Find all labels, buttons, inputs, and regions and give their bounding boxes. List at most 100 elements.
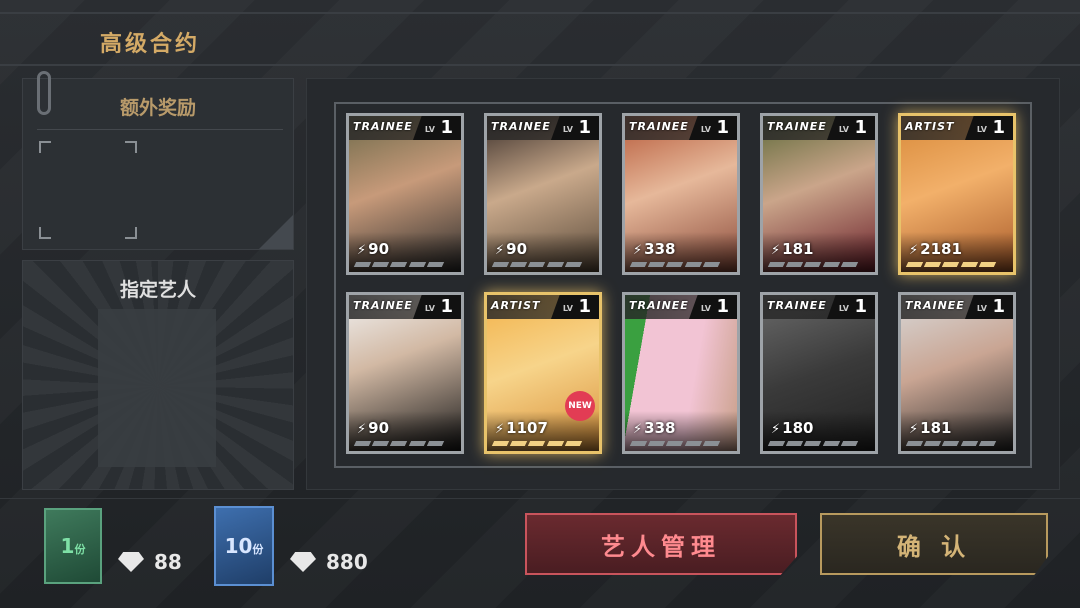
artist-card[interactable]: TRAINEE LV 1 ⚡ 181	[760, 113, 878, 275]
card-power: ⚡ 1107	[495, 419, 548, 437]
star-bar	[426, 262, 445, 267]
card-level: 1	[854, 117, 867, 138]
card-star-bars	[629, 262, 721, 267]
level-tag: LV	[838, 304, 849, 313]
pack-10-option[interactable]: 10份	[214, 506, 274, 586]
star-bar	[804, 441, 822, 446]
level-tag: LV	[976, 304, 987, 313]
lightning-icon: ⚡	[357, 243, 367, 258]
star-bar	[372, 441, 390, 446]
star-bar	[408, 262, 426, 267]
star-bar	[684, 262, 702, 267]
star-bar	[666, 441, 684, 446]
star-bar	[408, 441, 426, 446]
artist-card[interactable]: ARTIST LV 1 ⚡ 2181	[898, 113, 1016, 275]
artist-card[interactable]: TRAINEE LV 1 ⚡ 338	[622, 292, 740, 454]
star-bar	[390, 441, 408, 446]
lightning-icon: ⚡	[909, 243, 919, 258]
artist-card[interactable]: TRAINEE LV 1 ⚡ 90	[484, 113, 602, 275]
card-power: ⚡ 90	[357, 240, 389, 258]
star-bar	[629, 441, 648, 446]
lightning-icon: ⚡	[495, 243, 505, 258]
pack-count-label: 1份	[60, 534, 86, 558]
card-level: 1	[716, 296, 729, 317]
star-bar	[978, 441, 997, 446]
star-bar	[978, 262, 997, 267]
card-rank-label: TRAINEE	[629, 120, 689, 133]
power-value: 181	[920, 419, 952, 437]
power-value: 181	[782, 240, 814, 258]
page-fold-decoration	[259, 215, 293, 249]
power-value: 90	[368, 240, 390, 258]
star-bar	[629, 262, 648, 267]
card-level: 1	[440, 296, 453, 317]
card-level: 1	[578, 296, 591, 317]
bonus-reward-slot[interactable]	[39, 141, 137, 239]
card-rank-label: TRAINEE	[767, 120, 827, 133]
card-rank-label: TRAINEE	[905, 299, 965, 312]
designate-panel: 指定艺人	[22, 260, 294, 490]
card-level: 1	[440, 117, 453, 138]
level-tag: LV	[700, 304, 711, 313]
card-power: ⚡ 180	[771, 419, 813, 437]
card-star-bars	[629, 441, 721, 446]
corner-bracket	[39, 227, 51, 239]
star-bar	[702, 441, 721, 446]
bonus-divider	[37, 129, 283, 130]
bottom-divider	[0, 498, 1080, 499]
artist-manage-button[interactable]: 艺人管理	[525, 513, 797, 575]
power-value: 180	[782, 419, 814, 437]
star-bar	[353, 441, 372, 446]
designate-artist-slot[interactable]	[98, 309, 216, 467]
level-tag: LV	[424, 304, 435, 313]
lightning-icon: ⚡	[909, 422, 919, 437]
star-bar	[960, 441, 978, 446]
card-star-bars	[767, 262, 859, 267]
star-bar	[372, 262, 390, 267]
card-level: 1	[578, 117, 591, 138]
card-power: ⚡ 338	[633, 240, 675, 258]
power-value: 338	[644, 240, 676, 258]
star-bar	[822, 262, 840, 267]
pack-1-price: 88	[118, 550, 182, 574]
level-tag: LV	[976, 125, 987, 134]
power-value: 90	[506, 240, 528, 258]
card-power: ⚡ 181	[771, 240, 813, 258]
star-bar	[840, 441, 859, 446]
artist-card[interactable]: TRAINEE LV 1 ⚡ 180	[760, 292, 878, 454]
card-level: 1	[992, 296, 1005, 317]
artist-card[interactable]: TRAINEE LV 1 ⚡ 181	[898, 292, 1016, 454]
star-bar	[528, 262, 546, 267]
corner-bracket	[125, 141, 137, 153]
star-bar	[528, 441, 546, 446]
price-value: 88	[154, 550, 182, 574]
confirm-button[interactable]: 确 认	[820, 513, 1048, 575]
star-bar	[804, 262, 822, 267]
star-bar	[942, 262, 960, 267]
star-bar	[942, 441, 960, 446]
artist-card[interactable]: TRAINEE LV 1 ⚡ 90	[346, 113, 464, 275]
card-rank-label: TRAINEE	[353, 120, 413, 133]
artist-card[interactable]: TRAINEE LV 1 ⚡ 338	[622, 113, 740, 275]
star-bar	[546, 441, 564, 446]
corner-bracket	[125, 227, 137, 239]
level-tag: LV	[424, 125, 435, 134]
power-value: 90	[368, 419, 390, 437]
artist-card[interactable]: ARTIST LV 1 ⚡ 1107 NEW	[484, 292, 602, 454]
artist-card[interactable]: TRAINEE LV 1 ⚡ 90	[346, 292, 464, 454]
card-rank-label: ARTIST	[905, 120, 955, 133]
bonus-title: 额外奖励	[119, 97, 196, 119]
card-star-bars	[767, 441, 859, 446]
lightning-icon: ⚡	[771, 243, 781, 258]
designate-title: 指定艺人	[119, 279, 196, 301]
diamond-icon	[290, 552, 316, 572]
pack-1-option[interactable]: 1份	[44, 508, 102, 584]
header-divider	[0, 64, 1080, 66]
diamond-icon	[118, 552, 144, 572]
star-bar	[822, 441, 840, 446]
level-tag: LV	[838, 125, 849, 134]
star-bar	[648, 441, 666, 446]
star-bar	[546, 262, 564, 267]
star-bar	[426, 441, 445, 446]
lightning-icon: ⚡	[633, 243, 643, 258]
